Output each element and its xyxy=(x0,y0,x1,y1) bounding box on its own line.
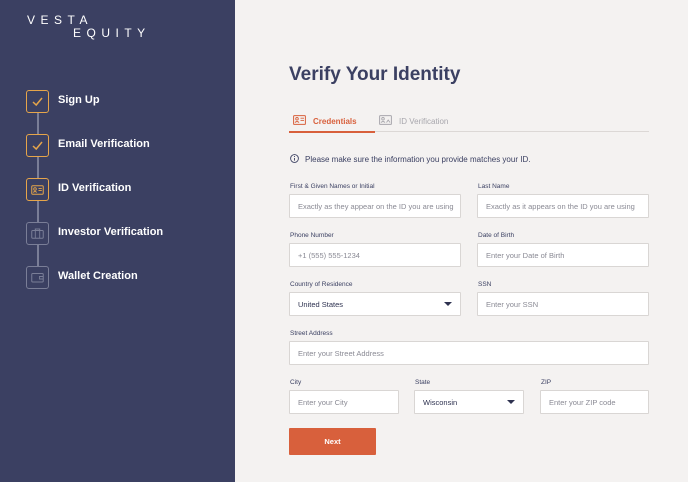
credentials-icon xyxy=(293,112,306,130)
city-label: City xyxy=(290,379,302,386)
next-button[interactable]: Next xyxy=(289,428,376,455)
ssn-input[interactable]: Enter your SSN xyxy=(477,292,649,316)
country-label: Country of Residence xyxy=(290,281,353,288)
id-card-icon xyxy=(26,178,49,201)
country-value: United States xyxy=(298,299,344,309)
step-wallet-creation[interactable]: Wallet Creation xyxy=(26,266,226,290)
chevron-down-icon xyxy=(444,302,452,306)
page-title: Verify Your Identity xyxy=(289,64,461,85)
ssn-label: SSN xyxy=(478,281,492,288)
info-icon xyxy=(290,150,299,168)
brand-line2: EQUITY xyxy=(73,26,151,40)
step-connector xyxy=(37,201,39,222)
sidebar: VESTA EQUITY Sign Up Email Verification … xyxy=(0,0,235,482)
zip-label: ZIP xyxy=(541,379,552,386)
step-id-verification[interactable]: ID Verification xyxy=(26,178,226,202)
main-content: Verify Your Identity Credentials ID Veri… xyxy=(235,0,688,482)
last-name-label: Last Name xyxy=(478,183,510,190)
last-name-input[interactable]: Exactly as it appears on the ID you are … xyxy=(477,194,649,218)
step-label: ID Verification xyxy=(58,182,132,194)
tab-id-verification[interactable]: ID Verification xyxy=(379,110,448,132)
check-icon xyxy=(26,134,49,157)
brand-line1: VESTA xyxy=(27,13,93,27)
brand-logo: VESTA EQUITY xyxy=(27,13,151,40)
briefcase-icon xyxy=(26,222,49,245)
info-notice: Please make sure the information you pro… xyxy=(290,150,530,168)
notice-text: Please make sure the information you pro… xyxy=(305,154,531,164)
state-value: Wisconsin xyxy=(423,397,458,407)
step-investor-verification[interactable]: Investor Verification xyxy=(26,222,226,246)
first-name-label: First & Given Names or Initial xyxy=(290,183,375,190)
step-label: Investor Verification xyxy=(58,226,164,238)
check-icon xyxy=(26,90,49,113)
tab-credentials[interactable]: Credentials xyxy=(293,110,357,132)
zip-input[interactable]: Enter your ZIP code xyxy=(540,390,649,414)
step-label: Wallet Creation xyxy=(58,270,138,282)
first-name-input[interactable]: Exactly as they appear on the ID you are… xyxy=(289,194,461,218)
phone-label: Phone Number xyxy=(290,232,334,239)
step-label: Email Verification xyxy=(58,138,150,150)
step-connector xyxy=(37,157,39,178)
street-label: Street Address xyxy=(290,330,333,337)
chevron-down-icon xyxy=(507,400,515,404)
city-input[interactable]: Enter your City xyxy=(289,390,399,414)
step-connector xyxy=(37,113,39,134)
step-sign-up[interactable]: Sign Up xyxy=(26,90,226,114)
step-connector xyxy=(37,245,39,266)
street-input[interactable]: Enter your Street Address xyxy=(289,341,649,365)
country-select[interactable]: United States xyxy=(289,292,461,316)
state-select[interactable]: Wisconsin xyxy=(414,390,524,414)
id-photo-icon xyxy=(379,112,392,130)
tab-bar: Credentials ID Verification xyxy=(289,106,649,133)
active-tab-indicator xyxy=(289,131,375,133)
step-label: Sign Up xyxy=(58,94,100,106)
state-label: State xyxy=(415,379,431,386)
tab-label: Credentials xyxy=(313,116,357,126)
phone-input[interactable]: +1 (555) 555-1234 xyxy=(289,243,461,267)
wallet-icon xyxy=(26,266,49,289)
dob-input[interactable]: Enter your Date of Birth xyxy=(477,243,649,267)
tab-label: ID Verification xyxy=(399,116,449,126)
dob-label: Date of Birth xyxy=(478,232,515,239)
step-email-verification[interactable]: Email Verification xyxy=(26,134,226,158)
